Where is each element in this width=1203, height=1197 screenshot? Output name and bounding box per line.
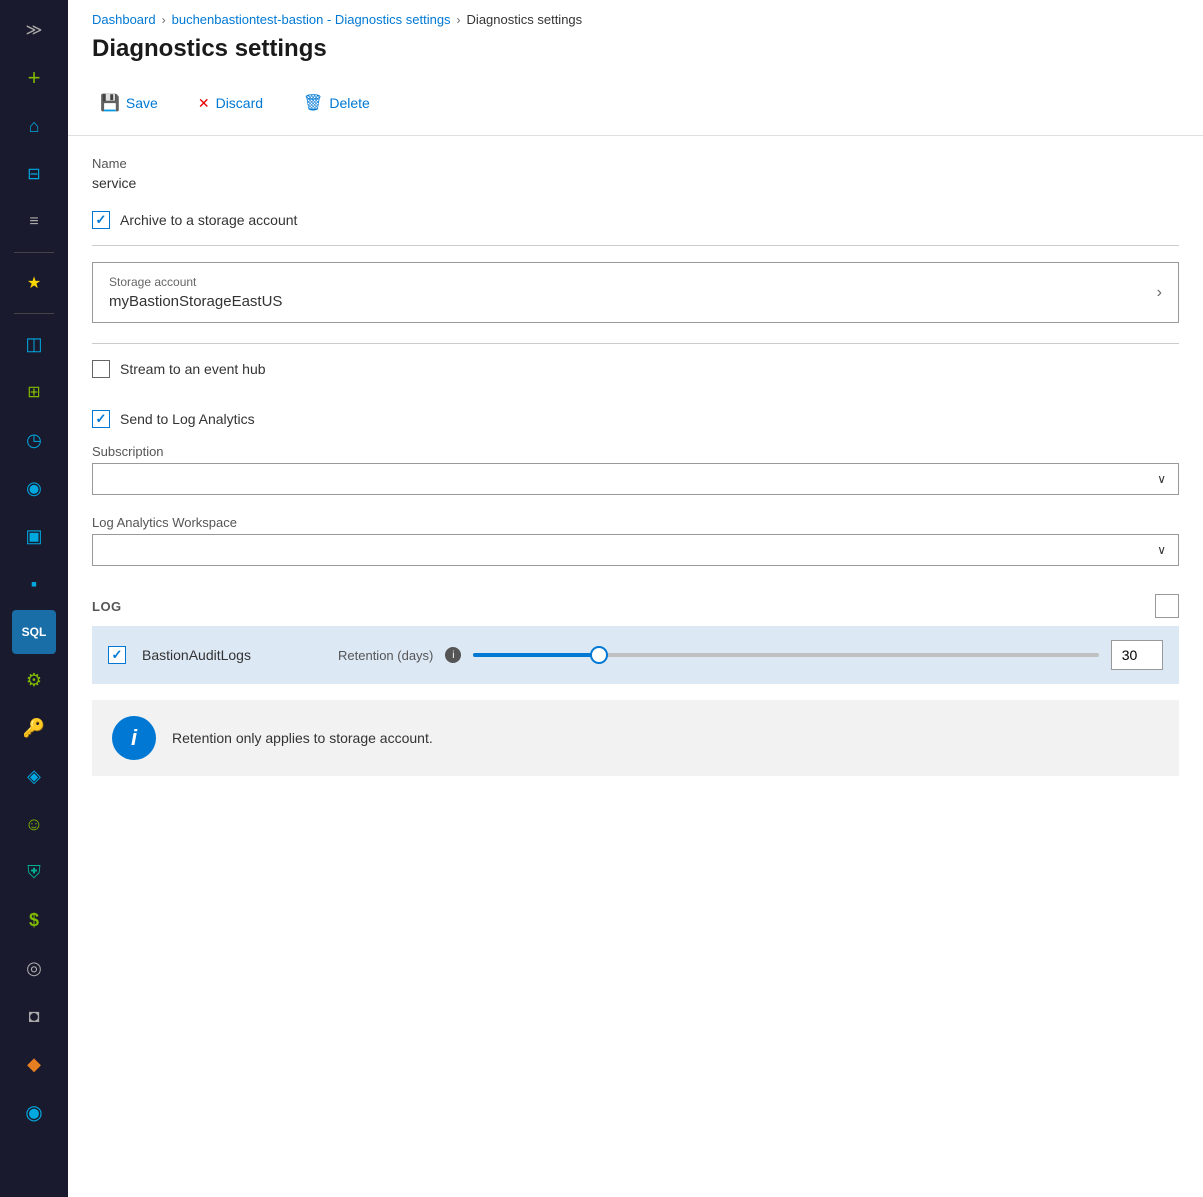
- breadcrumb-sep2: ›: [457, 13, 461, 27]
- dashboard-icon[interactable]: ⊟: [12, 152, 56, 196]
- loganalytics-checkbox-row: Send to Log Analytics: [92, 410, 1179, 428]
- grid-icon[interactable]: ⊞: [12, 370, 56, 414]
- user-circle-icon[interactable]: ◉: [12, 1090, 56, 1134]
- save-button[interactable]: 💾 Save: [92, 87, 166, 119]
- breadcrumb-current: Diagnostics settings: [467, 12, 583, 27]
- archive-checkbox[interactable]: [92, 211, 110, 229]
- log-row: BastionAuditLogs Retention (days) i: [92, 626, 1179, 684]
- divider1: [92, 245, 1179, 246]
- log-section: LOG BastionAuditLogs Retention (days) i: [92, 586, 1179, 684]
- clock-icon[interactable]: ◷: [12, 418, 56, 462]
- eventhub-label: Stream to an event hub: [120, 361, 266, 377]
- main-content: Dashboard › buchenbastiontest-bastion - …: [68, 0, 1203, 1197]
- screen-icon[interactable]: ▪: [12, 562, 56, 606]
- eventhub-checkbox-row: Stream to an event hub: [92, 360, 1179, 378]
- breadcrumb-sep1: ›: [162, 13, 166, 27]
- log-header: LOG: [92, 586, 1179, 626]
- list-icon[interactable]: ≡: [12, 200, 56, 244]
- delete-button[interactable]: 🗑 Delete: [295, 87, 378, 119]
- discard-icon: ✕: [198, 95, 210, 112]
- divider2: [92, 343, 1179, 344]
- box-icon[interactable]: ◫: [12, 322, 56, 366]
- info-notice-text: Retention only applies to storage accoun…: [172, 730, 433, 746]
- dollar-icon[interactable]: $: [12, 898, 56, 942]
- subscription-dropdown[interactable]: ∨: [92, 463, 1179, 495]
- retention-section: Retention (days) i: [338, 640, 1163, 670]
- retention-slider-container: [473, 653, 1099, 657]
- add-icon[interactable]: +: [12, 56, 56, 100]
- loganalytics-label: Send to Log Analytics: [120, 411, 255, 427]
- diamond-icon[interactable]: ◈: [12, 754, 56, 798]
- chevron-right-icon: ›: [1157, 284, 1162, 302]
- delete-icon: 🗑: [303, 93, 323, 113]
- log-row-name: BastionAuditLogs: [142, 647, 322, 663]
- breadcrumb-dashboard[interactable]: Dashboard: [92, 12, 156, 27]
- name-value: service: [92, 175, 1179, 191]
- discard-button[interactable]: ✕ Discard: [190, 89, 271, 118]
- log-section-title: LOG: [92, 599, 122, 614]
- eventhub-checkbox[interactable]: [92, 360, 110, 378]
- toolbar: 💾 Save ✕ Discard 🗑 Delete: [68, 79, 1203, 136]
- face-icon[interactable]: ☺: [12, 802, 56, 846]
- slider-track: [473, 653, 1099, 657]
- workspace-label: Log Analytics Workspace: [92, 515, 1179, 530]
- globe-icon[interactable]: ◉: [12, 466, 56, 510]
- name-label: Name: [92, 156, 1179, 171]
- log-header-checkbox[interactable]: [1155, 594, 1179, 618]
- badge-icon[interactable]: ◆: [12, 1042, 56, 1086]
- workspace-group: Log Analytics Workspace ∨: [92, 515, 1179, 566]
- loganalytics-checkbox[interactable]: [92, 410, 110, 428]
- slider-thumb[interactable]: [590, 646, 608, 664]
- storage-account-selector[interactable]: Storage account myBastionStorageEastUS ›: [92, 262, 1179, 323]
- name-group: Name service: [92, 156, 1179, 191]
- info-notice-icon: i: [112, 716, 156, 760]
- slider-fill: [473, 653, 598, 657]
- info-icon[interactable]: i: [445, 647, 461, 663]
- headset-icon[interactable]: ◎: [12, 946, 56, 990]
- bastion-audit-checkbox[interactable]: [108, 646, 126, 664]
- subscription-label: Subscription: [92, 444, 1179, 459]
- sql-icon[interactable]: SQL: [12, 610, 56, 654]
- breadcrumb: Dashboard › buchenbastiontest-bastion - …: [68, 0, 1203, 35]
- shield2-icon[interactable]: ◘: [12, 994, 56, 1038]
- sidebar-divider2: [14, 313, 54, 314]
- sidebar-divider: [14, 252, 54, 253]
- info-notice: i Retention only applies to storage acco…: [92, 700, 1179, 776]
- favorites-icon[interactable]: ★: [12, 261, 56, 305]
- storage-account-label: Storage account: [109, 275, 282, 289]
- retention-label: Retention (days): [338, 648, 433, 663]
- subscription-group: Subscription ∨: [92, 444, 1179, 495]
- settings2-icon[interactable]: ⚙: [12, 658, 56, 702]
- storage-info: Storage account myBastionStorageEastUS: [109, 275, 282, 310]
- save-icon: 💾: [100, 93, 120, 113]
- home-icon[interactable]: ⌂: [12, 104, 56, 148]
- archive-checkbox-row: Archive to a storage account: [92, 211, 1179, 229]
- expand-icon[interactable]: ≫: [12, 8, 56, 52]
- breadcrumb-resource[interactable]: buchenbastiontest-bastion - Diagnostics …: [172, 12, 451, 27]
- subscription-chevron-icon: ∨: [1157, 472, 1166, 486]
- archive-label: Archive to a storage account: [120, 212, 297, 228]
- shield-icon[interactable]: ⛨: [12, 850, 56, 894]
- workspace-dropdown[interactable]: ∨: [92, 534, 1179, 566]
- form-area: Name service Archive to a storage accoun…: [68, 136, 1203, 1197]
- key-icon[interactable]: 🔑: [12, 706, 56, 750]
- sidebar: ≫ + ⌂ ⊟ ≡ ★ ◫ ⊞ ◷ ◉ ▣ ▪ SQL ⚙ 🔑 ◈ ☺ ⛨ $ …: [0, 0, 68, 1197]
- page-title: Diagnostics settings: [68, 35, 1203, 79]
- workspace-chevron-icon: ∨: [1157, 543, 1166, 557]
- monitor-icon[interactable]: ▣: [12, 514, 56, 558]
- storage-account-value: myBastionStorageEastUS: [109, 293, 282, 310]
- retention-input[interactable]: [1111, 640, 1163, 670]
